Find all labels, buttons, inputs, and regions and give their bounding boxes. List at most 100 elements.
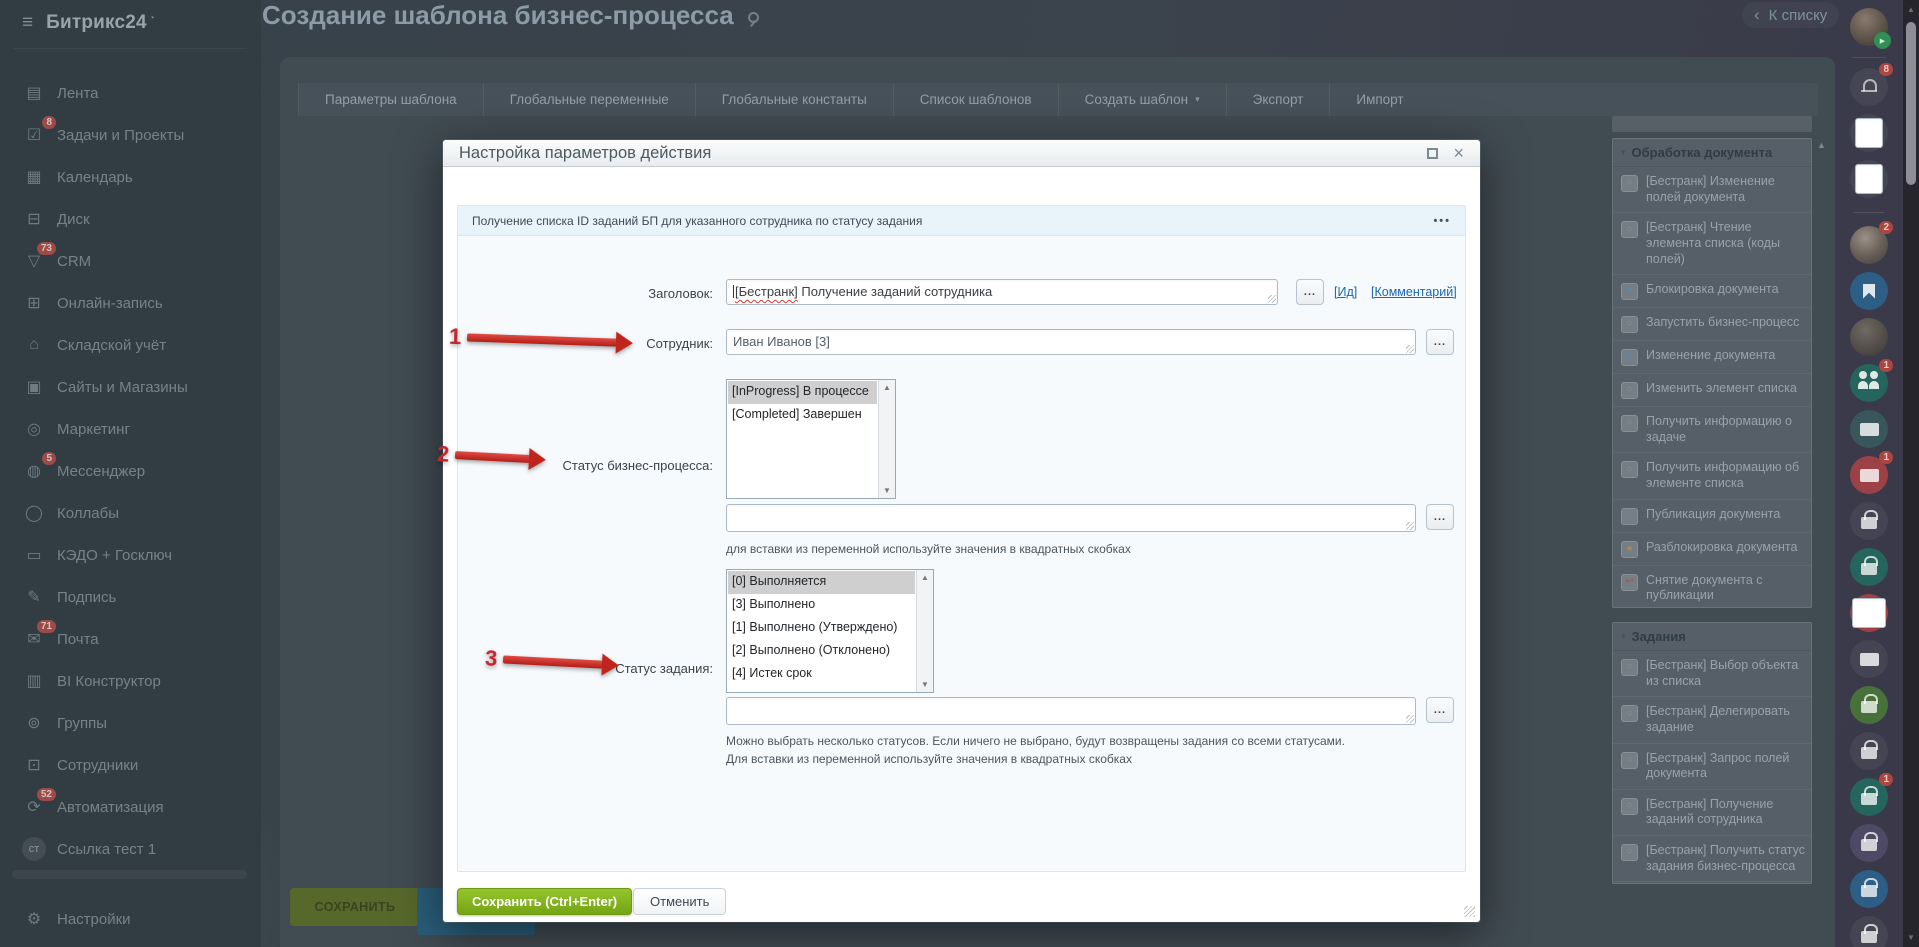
palette-action[interactable]: ○ [Бестранк] Выбор объекта из списка xyxy=(1613,651,1811,697)
im-contact[interactable] xyxy=(1850,870,1888,908)
page-scrollbar[interactable]: ▲ ▼ xyxy=(1903,0,1919,947)
sidebar-item[interactable]: ▤ Лента xyxy=(0,72,261,114)
sidebar-collapse-handle[interactable] xyxy=(12,870,247,879)
listbox-scrollbar[interactable]: ▲ ▼ xyxy=(878,380,895,498)
sidebar-item[interactable]: ◍5 Мессенджер xyxy=(0,450,261,492)
back-to-list-link[interactable]: ‹ К списку xyxy=(1742,2,1839,28)
tab[interactable]: Глобальные константы xyxy=(695,83,893,116)
sidebar-item[interactable]: ▦ Календарь xyxy=(0,156,261,198)
sidebar-item[interactable]: ⌂ Складской учёт xyxy=(0,324,261,366)
task-status-listbox[interactable]: [0] Выполняется[3] Выполнено[1] Выполнен… xyxy=(726,569,934,693)
listbox-option[interactable]: [Completed] Завершен xyxy=(728,404,877,427)
palette-action[interactable]: ○ [Бестранк] Получение заданий сотрудник… xyxy=(1613,790,1811,836)
save-button[interactable]: Сохранить (Ctrl+Enter) xyxy=(457,888,632,915)
im-contact[interactable] xyxy=(1850,272,1888,310)
palette-action[interactable]: ● Блокировка документа xyxy=(1613,275,1811,308)
palette-action[interactable]: ✎ Изменение документа xyxy=(1613,341,1811,374)
title-more-button[interactable]: ... xyxy=(1296,279,1324,305)
pin-icon[interactable] xyxy=(746,12,758,24)
section-header[interactable]: ▾ Обработка документа xyxy=(1613,139,1811,167)
palette-action[interactable]: → Публикация документа xyxy=(1613,500,1811,533)
sidebar-item[interactable]: ст Ссылка тест 1 xyxy=(0,828,261,870)
palette-action[interactable]: ○ Получить информацию о задаче xyxy=(1613,407,1811,453)
sidebar-item[interactable]: ⊞ Онлайн-запись xyxy=(0,282,261,324)
palette-action[interactable]: ↩ Снятие документа с публикации xyxy=(1613,566,1811,608)
listbox-option[interactable]: [InProgress] В процессе xyxy=(728,381,877,404)
sidebar-item[interactable]: ◎ Маркетинг xyxy=(0,408,261,450)
sidebar-item[interactable]: ✎ Подпись xyxy=(0,576,261,618)
scrollbar-thumb[interactable] xyxy=(1906,22,1916,185)
insert-id-link[interactable]: [Ид] xyxy=(1334,285,1357,299)
palette-action[interactable]: ○ Получить информацию об элементе списка xyxy=(1613,453,1811,499)
resize-grip-icon[interactable] xyxy=(1268,295,1276,303)
sidebar-item[interactable]: ⟳52 Автоматизация xyxy=(0,786,261,828)
notifications-button[interactable]: 8 xyxy=(1850,68,1888,106)
sidebar-item[interactable]: ⊡ Сотрудники xyxy=(0,744,261,786)
tab[interactable]: Глобальные переменные xyxy=(483,83,695,116)
task-status-variable-input[interactable] xyxy=(726,697,1416,725)
sidebar-item-settings[interactable]: ⚙ Настройки xyxy=(0,898,261,940)
cancel-button[interactable]: Отменить xyxy=(633,888,726,915)
task-status-more-button[interactable]: ... xyxy=(1426,697,1454,723)
sidebar-item[interactable]: ▣ Сайты и Магазины xyxy=(0,366,261,408)
close-icon[interactable]: × xyxy=(1453,148,1464,159)
scroll-up-icon[interactable]: ▲ xyxy=(921,573,929,582)
palette-action[interactable]: ○ [Бестранк] Получить статус задания биз… xyxy=(1613,836,1811,882)
scroll-down-icon[interactable]: ▼ xyxy=(921,680,929,689)
palette-action[interactable]: ○ [Бестранк] Изменение полей документа xyxy=(1613,167,1811,213)
dialog-resize-grip-icon[interactable] xyxy=(1464,906,1475,917)
bp-status-listbox[interactable]: [InProgress] В процессе[Completed] Завер… xyxy=(726,379,896,499)
im-contact[interactable]: 1 xyxy=(1850,778,1888,816)
listbox-option[interactable]: [4] Истек срок xyxy=(728,663,915,686)
im-contact[interactable] xyxy=(1850,640,1888,678)
listbox-option[interactable]: [0] Выполняется xyxy=(728,571,915,594)
im-contact[interactable]: ◉ xyxy=(1850,114,1888,152)
sidebar-item[interactable]: ☑8 Задачи и Проекты xyxy=(0,114,261,156)
im-contact[interactable] xyxy=(1850,318,1888,356)
sidebar-item[interactable]: ⊟ Диск xyxy=(0,198,261,240)
listbox-option[interactable]: [1] Выполнено (Утверждено) xyxy=(728,617,915,640)
scroll-up-icon[interactable]: ▲ xyxy=(883,383,891,392)
im-contact[interactable] xyxy=(1850,732,1888,770)
palette-scroll-up-icon[interactable]: ▲ xyxy=(1817,140,1826,150)
palette-action[interactable]: ○ [Бестранк] Запрос полей документа xyxy=(1613,744,1811,790)
im-contact[interactable] xyxy=(1850,916,1888,947)
im-contact[interactable] xyxy=(1850,502,1888,540)
im-contact[interactable] xyxy=(1850,686,1888,724)
employee-input[interactable]: Иван Иванов [3] xyxy=(726,329,1416,355)
im-contact[interactable] xyxy=(1850,548,1888,586)
im-contact[interactable]: ⇄ xyxy=(1850,160,1888,198)
tab[interactable]: Список шаблонов xyxy=(893,83,1058,116)
listbox-scrollbar[interactable]: ▲ ▼ xyxy=(916,570,933,692)
sidebar-item[interactable]: ⊚ Группы xyxy=(0,702,261,744)
resize-grip-icon[interactable] xyxy=(1406,715,1414,723)
sidebar-item[interactable]: ▭ КЭДО + Госключ xyxy=(0,534,261,576)
maximize-icon[interactable] xyxy=(1427,148,1438,159)
bp-status-variable-input[interactable] xyxy=(726,504,1416,532)
tab[interactable]: Экспорт xyxy=(1226,83,1330,116)
im-contact[interactable] xyxy=(1850,824,1888,862)
user-avatar[interactable]: ▶ xyxy=(1850,8,1888,46)
menu-toggle-icon[interactable]: ≡ xyxy=(22,12,33,34)
scroll-down-icon[interactable]: ▼ xyxy=(883,486,891,495)
employee-select-button[interactable]: ... xyxy=(1426,329,1454,355)
im-contact[interactable] xyxy=(1850,206,1888,218)
scroll-down-icon[interactable]: ▼ xyxy=(1903,933,1919,942)
sidebar-item[interactable]: ◯ Коллабы xyxy=(0,492,261,534)
tab[interactable]: Импорт xyxy=(1329,83,1429,116)
background-save-button[interactable]: СОХРАНИТЬ xyxy=(290,888,420,926)
im-contact[interactable]: 1 xyxy=(1850,456,1888,494)
sidebar-item[interactable]: ▥ BI Конструктор xyxy=(0,660,261,702)
listbox-option[interactable]: [2] Выполнено (Отклонено) xyxy=(728,640,915,663)
im-contact[interactable] xyxy=(1850,410,1888,448)
palette-action[interactable]: ○ Запустить бизнес-процесс xyxy=(1613,308,1811,341)
bp-status-more-button[interactable]: ... xyxy=(1426,504,1454,530)
palette-action[interactable]: ● Разблокировка документа xyxy=(1613,533,1811,566)
sidebar-item[interactable]: ✉71 Почта xyxy=(0,618,261,660)
insert-comment-link[interactable]: [Комментарий] xyxy=(1371,285,1457,299)
action-menu-icon[interactable]: ••• xyxy=(1433,215,1451,227)
sidebar-item[interactable]: ▽73 CRM xyxy=(0,240,261,282)
palette-action[interactable]: ○ [Бестранк] Статус задания БП xyxy=(1613,882,1811,884)
dialog-titlebar[interactable]: Настройка параметров действия × xyxy=(443,140,1480,167)
scroll-up-icon[interactable]: ▲ xyxy=(1903,5,1919,14)
